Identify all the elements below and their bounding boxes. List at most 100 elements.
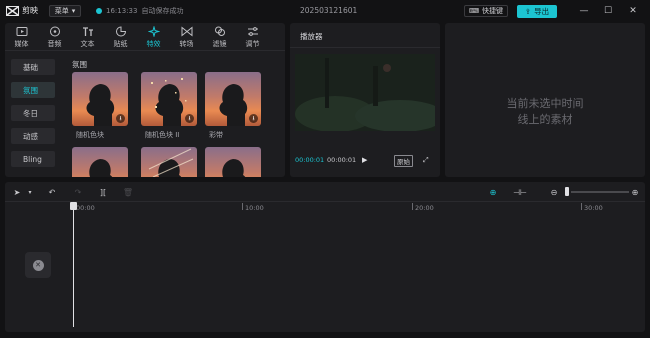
ruler-tick <box>581 203 582 210</box>
tab-audio[interactable]: 音频 <box>38 23 71 51</box>
effect-card[interactable]: ⭳ 随机色块 II <box>141 72 197 140</box>
effect-card[interactable] <box>141 147 197 177</box>
effect-card[interactable] <box>205 147 261 177</box>
download-icon[interactable]: ⭳ <box>249 114 258 123</box>
zoom-slider-handle[interactable] <box>565 187 569 196</box>
app-name: 剪映 <box>22 6 38 15</box>
divider <box>290 47 440 48</box>
play-icon[interactable]: ▶ <box>362 156 367 164</box>
menu-button[interactable]: 菜单 ▾ <box>49 5 81 17</box>
tab-media-label: 媒体 <box>14 39 29 48</box>
tab-adjust[interactable]: 调节 <box>236 23 269 51</box>
video-preview[interactable] <box>295 54 435 131</box>
snap-icon[interactable]: ⊣⊢ <box>513 186 527 198</box>
effect-thumbnail <box>205 147 261 177</box>
tab-effects[interactable]: 特效 <box>137 23 170 51</box>
effect-thumbnail: ⭳ <box>205 72 261 126</box>
effect-label: 随机色块 II <box>145 131 180 139</box>
download-icon[interactable]: ⭳ <box>185 114 194 123</box>
ruler-tick <box>412 203 413 210</box>
tab-transition-label: 转场 <box>179 39 194 48</box>
project-title: 202503121601 <box>300 6 358 15</box>
zoom-out-icon[interactable]: ⊖ <box>548 186 560 198</box>
effect-thumbnail: ⭳ <box>141 72 197 126</box>
undo-icon[interactable]: ↶ <box>46 186 58 198</box>
total-time: 00:00:01 <box>327 156 357 164</box>
effect-card[interactable] <box>72 147 128 177</box>
player-controls: 00:00:01 00:00:01 ▶ 原始 ⤢ <box>290 155 440 167</box>
player-panel: 播放器 00:00:01 00:00:01 ▶ 原始 ⤢ <box>290 23 440 177</box>
audio-icon <box>49 26 60 36</box>
tab-filter-label: 滤镜 <box>212 39 227 48</box>
keyboard-icon: ⌨ <box>468 7 480 15</box>
tab-sticker[interactable]: 贴纸 <box>104 23 137 51</box>
ruler-tick <box>242 203 243 210</box>
status-dot-icon <box>96 8 102 14</box>
effect-card[interactable]: ⭳ 彩带 <box>205 72 261 140</box>
tab-adjust-label: 调节 <box>245 39 260 48</box>
shortcut-button[interactable]: ⌨ 快捷键 <box>464 5 508 17</box>
section-title: 氛围 <box>72 60 87 69</box>
export-button[interactable]: ⇪ 导出 <box>517 5 557 18</box>
effect-card[interactable]: ⭳ 随机色块 <box>72 72 128 140</box>
tool-tabs: 媒体 音频 文本 贴纸 特效 转场 滤镜 调节 <box>5 23 285 51</box>
download-icon[interactable]: ⭳ <box>116 114 125 123</box>
save-status-text: 自动保存成功 <box>141 7 184 15</box>
title-bar: 剪映 菜单 ▾ 16:13:33 自动保存成功 202503121601 ⌨ 快… <box>0 0 650 22</box>
zoom-slider[interactable] <box>571 191 629 193</box>
playhead-handle[interactable] <box>70 202 77 210</box>
effect-label: 彩带 <box>209 131 223 139</box>
empty-line-1: 当前未选中时间 <box>506 97 584 110</box>
player-title: 播放器 <box>300 32 323 41</box>
fullscreen-icon[interactable]: ⤢ <box>423 156 429 165</box>
effect-thumbnail: ⭳ <box>72 72 128 126</box>
effect-category-list: 基础 氛围 冬日 动感 Bling <box>11 59 55 174</box>
split-icon[interactable]: ][ <box>97 186 109 198</box>
ruler-label: 30:00 <box>584 204 603 212</box>
portrait-silhouette-icon <box>222 159 246 177</box>
link-magnet-icon[interactable]: ⊕ <box>487 186 499 198</box>
category-winter[interactable]: 冬日 <box>11 105 55 121</box>
category-atmosphere[interactable]: 氛围 <box>11 82 55 98</box>
filter-icon <box>214 26 225 36</box>
playhead[interactable] <box>73 203 74 327</box>
tab-filter[interactable]: 滤镜 <box>203 23 236 51</box>
maximize-icon[interactable]: ☐ <box>601 4 615 18</box>
close-icon[interactable]: ✕ <box>626 4 640 18</box>
close-circle-icon: ✕ <box>32 259 44 271</box>
tab-transition[interactable]: 转场 <box>170 23 203 51</box>
timeline-ruler[interactable]: 00:00 10:00 20:00 30:00 <box>5 203 645 215</box>
ruler-label: 20:00 <box>415 204 434 212</box>
effect-label: 随机色块 <box>76 131 104 139</box>
chevron-down-icon: ▾ <box>71 7 76 15</box>
effects-icon <box>147 25 160 37</box>
tab-effects-label: 特效 <box>146 39 161 48</box>
aspect-original-button[interactable]: 原始 <box>394 155 413 167</box>
delete-icon[interactable]: 🗑 <box>122 186 134 198</box>
effect-thumbnail <box>141 147 197 177</box>
track-visibility-button[interactable]: ✕ <box>25 252 51 278</box>
sticker-icon <box>115 25 126 36</box>
effect-thumbnail <box>72 147 128 177</box>
tab-sticker-label: 贴纸 <box>113 39 128 48</box>
tab-text[interactable]: 文本 <box>71 23 104 51</box>
tab-media[interactable]: 媒体 <box>5 23 38 51</box>
redo-icon[interactable]: ↷ <box>72 186 84 198</box>
timeline-toolbar: ➤ ▾ ↶ ↷ ][ 🗑 ⊕ ⊣⊢ ⊖ ⊕ <box>5 182 645 202</box>
empty-selection-message: 当前未选中时间 线上的素材 <box>445 96 645 128</box>
select-cursor-icon[interactable]: ➤ <box>11 186 23 198</box>
tab-text-label: 文本 <box>80 39 95 48</box>
export-icon: ⇪ <box>524 7 532 16</box>
category-basic[interactable]: 基础 <box>11 59 55 75</box>
category-dynamic[interactable]: 动感 <box>11 128 55 144</box>
ruler-label: 10:00 <box>245 204 264 212</box>
scissors-logo-icon <box>6 5 19 16</box>
minimize-icon[interactable]: — <box>577 4 591 18</box>
category-bling[interactable]: Bling <box>11 151 55 167</box>
zoom-in-icon[interactable]: ⊕ <box>629 186 641 198</box>
media-panel: 媒体 音频 文本 贴纸 特效 转场 滤镜 调节 基础 氛围 冬日 动感 Blin… <box>5 23 285 177</box>
media-icon <box>16 26 27 36</box>
chevron-down-icon[interactable]: ▾ <box>24 186 36 198</box>
tab-audio-label: 音频 <box>47 39 62 48</box>
export-label: 导出 <box>534 7 550 16</box>
